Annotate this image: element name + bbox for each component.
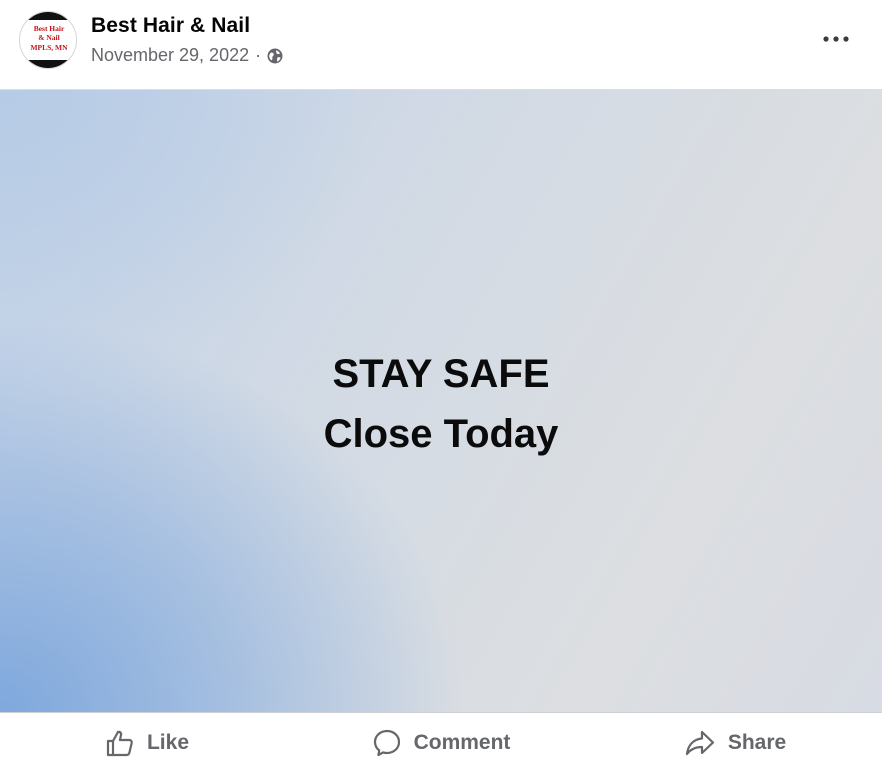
comment-button[interactable]: Comment bbox=[294, 713, 588, 773]
page-avatar[interactable]: Best Hair & Nail MPLS, MN bbox=[19, 11, 77, 69]
post-meta: November 29, 2022 · bbox=[91, 45, 284, 66]
avatar-text-line2: & Nail bbox=[38, 33, 59, 42]
post-actions-bar: Like Comment Share bbox=[0, 712, 882, 773]
more-options-icon bbox=[823, 36, 849, 42]
share-label: Share bbox=[727, 731, 787, 754]
more-options-button[interactable] bbox=[820, 26, 852, 52]
avatar-band-bottom bbox=[20, 60, 76, 68]
share-button[interactable]: Share bbox=[588, 713, 882, 773]
like-button[interactable]: Like bbox=[0, 713, 294, 773]
post-date[interactable]: November 29, 2022 bbox=[91, 45, 249, 66]
page-name-link[interactable]: Best Hair & Nail bbox=[91, 14, 250, 38]
meta-separator: · bbox=[255, 45, 262, 65]
comment-label: Comment bbox=[413, 731, 511, 754]
avatar-text-line1: Best Hair bbox=[34, 24, 65, 33]
post-header: Best Hair & Nail MPLS, MN Best Hair & Na… bbox=[0, 0, 882, 89]
post-image[interactable]: STAY SAFE Close Today bbox=[0, 89, 882, 712]
share-arrow-icon bbox=[685, 730, 714, 756]
image-text-line1: STAY SAFE bbox=[332, 352, 550, 396]
thumbs-up-icon bbox=[106, 730, 133, 757]
speech-bubble-icon bbox=[373, 729, 400, 757]
facebook-post: Best Hair & Nail MPLS, MN Best Hair & Na… bbox=[0, 0, 882, 773]
like-label: Like bbox=[146, 731, 190, 754]
image-text-line2: Close Today bbox=[323, 412, 559, 456]
avatar-text-line3: MPLS, MN bbox=[30, 43, 68, 52]
globe-icon[interactable] bbox=[266, 47, 284, 65]
